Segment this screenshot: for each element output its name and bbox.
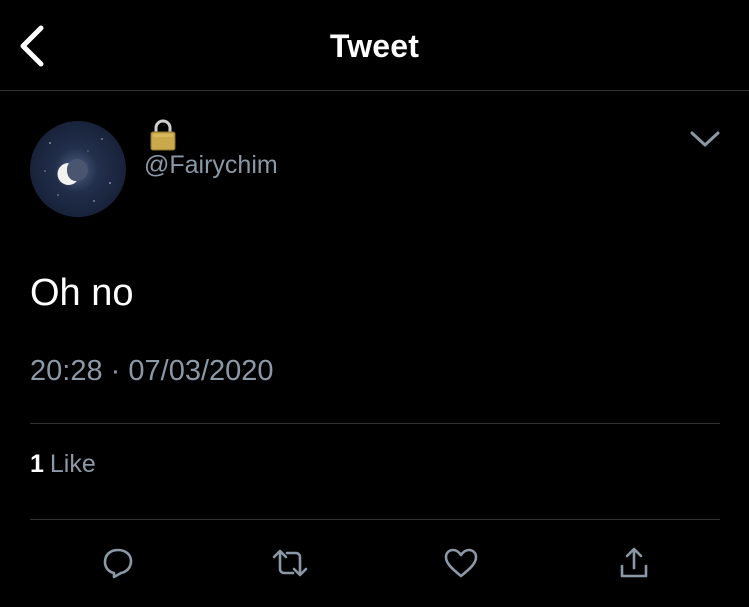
- user-handle[interactable]: @Fairychim: [144, 151, 278, 180]
- tweet-time: 20:28: [30, 355, 103, 387]
- divider: [30, 423, 720, 424]
- reply-icon: [103, 548, 133, 579]
- like-button[interactable]: [439, 543, 483, 583]
- tweet-timestamp[interactable]: 20:28 · 07/03/2020: [30, 355, 274, 388]
- top-bar: Tweet: [0, 0, 749, 91]
- meta-separator: ·: [110, 355, 121, 387]
- page-title: Tweet: [329, 28, 420, 64]
- divider: [30, 519, 720, 520]
- likes-stat[interactable]: 1 Like: [30, 450, 96, 479]
- tweet-date: 07/03/2020: [128, 355, 274, 387]
- tweet-menu-button[interactable]: [684, 122, 726, 156]
- retweet-button[interactable]: [268, 543, 312, 583]
- likes-label: Like: [49, 450, 96, 478]
- chevron-down-icon: [690, 131, 720, 147]
- moon-avatar-image: [30, 121, 126, 217]
- retweet-icon: [272, 549, 308, 577]
- share-button[interactable]: [612, 543, 656, 583]
- share-icon: [620, 547, 648, 578]
- lock-icon: [150, 119, 176, 151]
- heart-icon: [444, 548, 478, 578]
- tweet-text: Oh no: [30, 272, 134, 314]
- likes-count: 1: [30, 450, 44, 478]
- reply-button[interactable]: [96, 543, 140, 583]
- avatar[interactable]: [30, 121, 126, 217]
